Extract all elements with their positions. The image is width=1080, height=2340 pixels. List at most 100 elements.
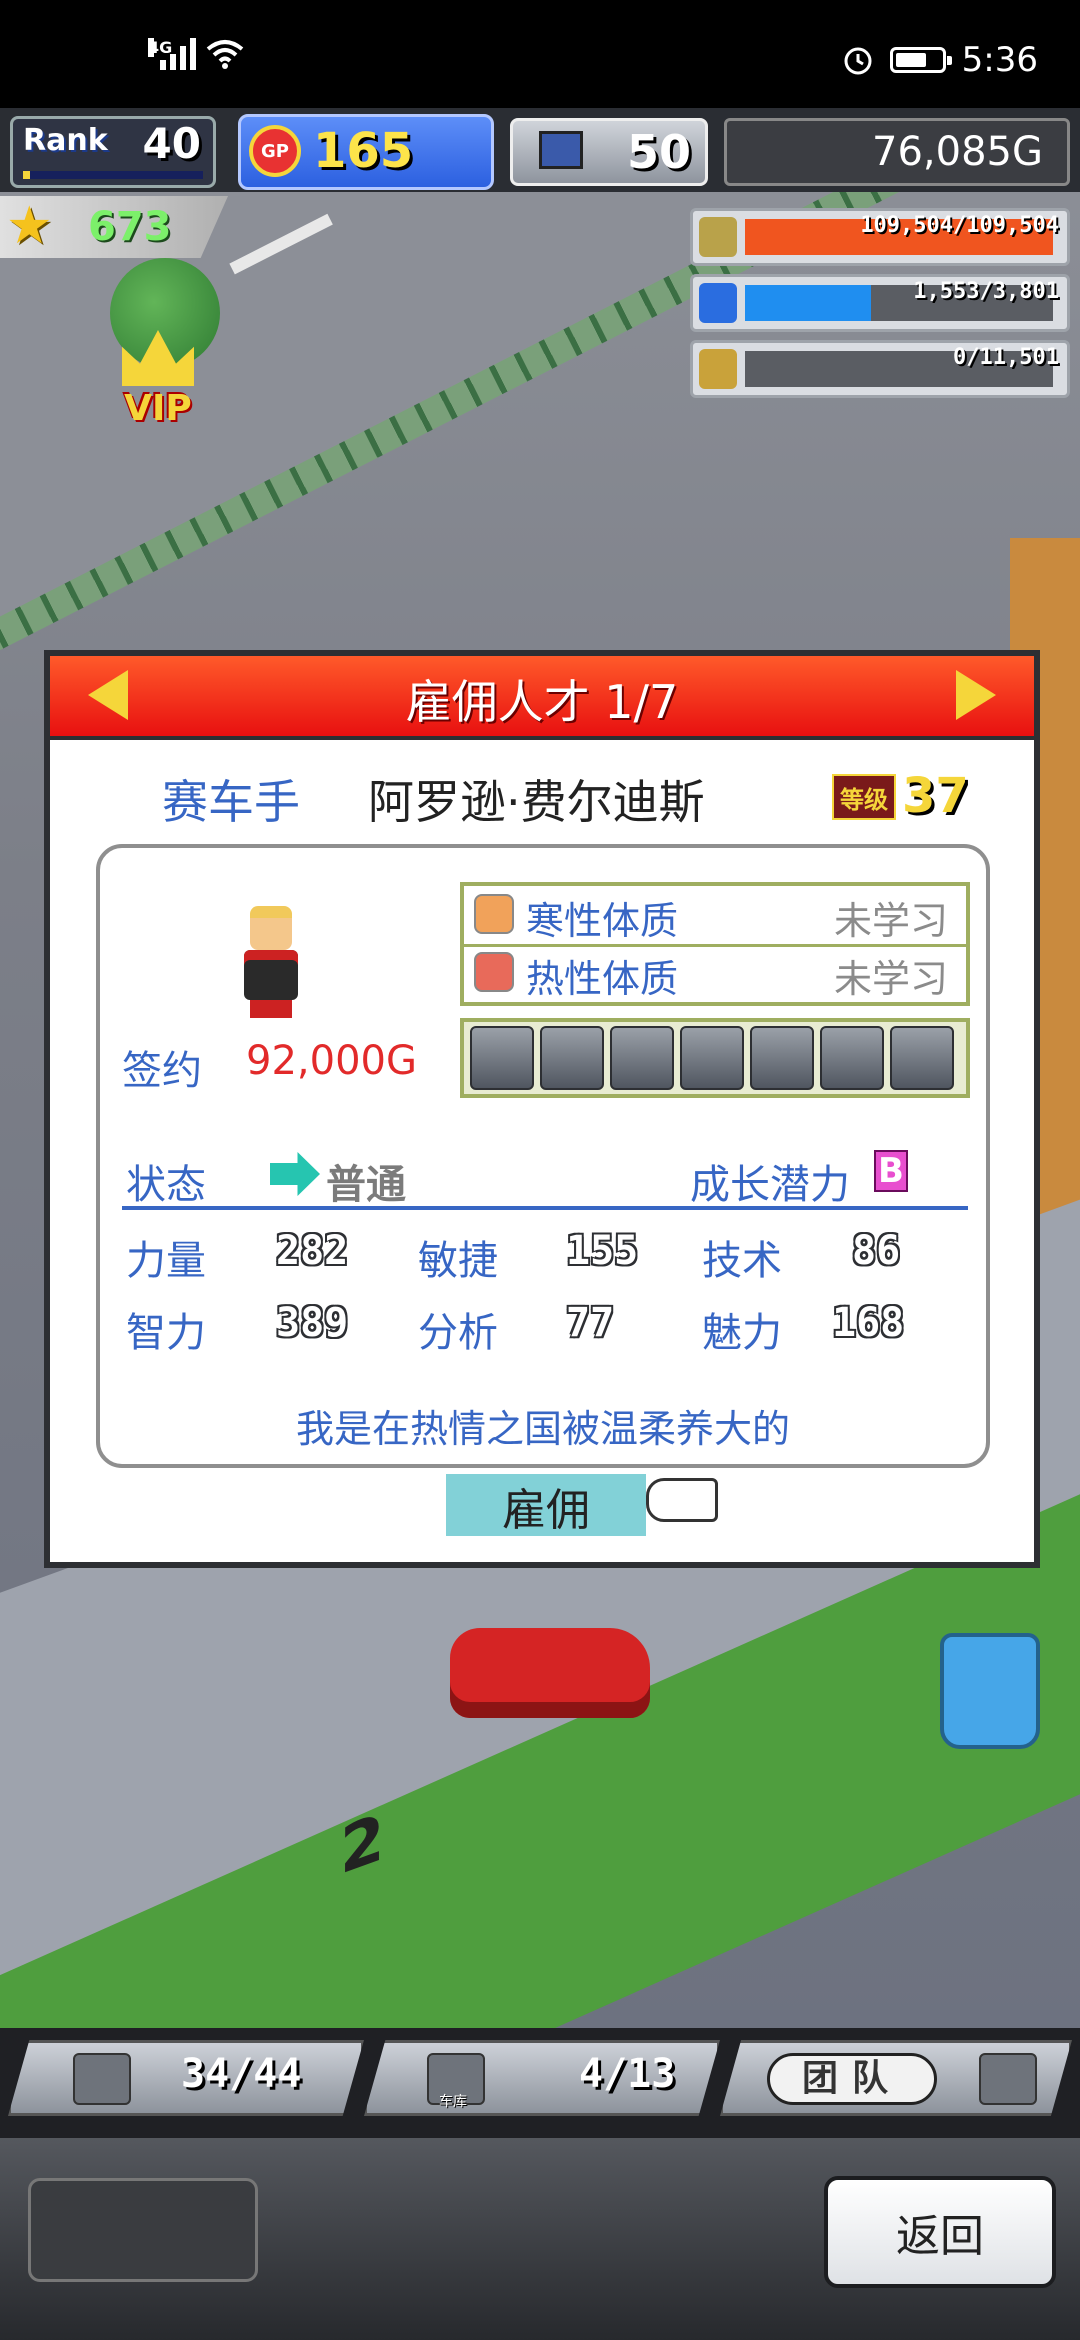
feather-text: 0/11,501 <box>953 345 1059 370</box>
skill-slot[interactable] <box>750 1026 814 1090</box>
slots-tab[interactable]: 34/44 <box>8 2040 364 2116</box>
stat-label: 敏捷 <box>418 1238 498 1284</box>
stat-agility: 敏捷 155 <box>418 1228 638 1286</box>
vip-badge[interactable]: VIP <box>94 330 222 440</box>
detail-panel: 签约 92,000G 寒性体质 未学习 热性体质 未学习 状态 普通 成长潜力 … <box>96 844 990 1468</box>
empty-slot <box>28 2178 258 2282</box>
gp-value: 165 <box>313 123 414 179</box>
bottom-panel: 返回 <box>0 2138 1080 2340</box>
gp-icon: GP <box>249 125 301 177</box>
arrow-right-icon <box>270 1152 320 1196</box>
back-button[interactable]: 返回 <box>824 2176 1056 2288</box>
stat-value: 282 <box>276 1228 349 1274</box>
rank-value: 40 <box>142 119 201 168</box>
team-tab[interactable]: 团队 <box>720 2040 1072 2116</box>
bottom-tab-strip: 34/44 车库 4/13 团队 <box>8 2040 1072 2118</box>
star-icon: ★ <box>6 196 53 256</box>
garage-value: 4/13 <box>579 2051 676 2097</box>
water-bar[interactable]: 1,553/3,801 <box>690 274 1070 332</box>
skill-slots <box>460 1018 970 1098</box>
water-text: 1,553/3,801 <box>913 279 1059 304</box>
trait-row[interactable]: 寒性体质 未学习 <box>464 886 966 947</box>
pointing-hand-icon <box>646 1478 718 1522</box>
hire-dialog: 雇佣人才 1/7 赛车手 阿罗逊·费尔迪斯 等级 37 签约 92,000G 寒… <box>44 650 1040 1568</box>
crown-icon <box>122 330 194 386</box>
stat-value: 168 <box>832 1300 905 1346</box>
skill-slot[interactable] <box>540 1026 604 1090</box>
gp-box[interactable]: GP 165 <box>238 114 494 190</box>
status-bar: 4G 5:36 <box>0 0 1080 108</box>
stat-value: 155 <box>566 1228 639 1274</box>
person-name: 阿罗逊·费尔迪斯 <box>368 775 705 829</box>
hot-trait-icon <box>474 952 514 992</box>
dialog-header: 雇佣人才 1/7 <box>50 656 1034 740</box>
trait-name: 热性体质 <box>526 957 679 1001</box>
trait-row[interactable]: 热性体质 未学习 <box>464 944 966 1002</box>
stat-value: 86 <box>852 1228 901 1274</box>
stat-label: 智力 <box>126 1310 206 1356</box>
rank-label: Rank <box>23 123 108 158</box>
stat-intelligence: 智力 389 <box>126 1300 348 1358</box>
fuel-bar[interactable]: 109,504/109,504 <box>690 208 1070 266</box>
rank-box[interactable]: Rank 40 <box>10 116 216 188</box>
dialog-title: 雇佣人才 1/7 <box>405 675 679 729</box>
skill-slot[interactable] <box>820 1026 884 1090</box>
trash-bin[interactable] <box>940 1633 1040 1749</box>
sign-label: 签约 <box>122 1048 202 1094</box>
battery-icon <box>889 47 952 73</box>
water-icon <box>699 283 737 323</box>
pc-box[interactable]: 50 <box>510 118 708 186</box>
trait-list: 寒性体质 未学习 热性体质 未学习 <box>460 882 970 1006</box>
stat-charm: 魅力 168 <box>702 1300 904 1358</box>
rank-progress-bar <box>23 171 203 179</box>
level-tag: 等级 <box>832 774 896 820</box>
status-label: 状态 <box>126 1162 206 1208</box>
growth-grade: B <box>874 1150 908 1192</box>
skill-slot[interactable] <box>470 1026 534 1090</box>
stat-technique: 技术 86 <box>702 1228 900 1286</box>
top-hud: Rank 40 GP 165 50 76,085G <box>0 108 1080 192</box>
status-left: 4G <box>148 38 244 70</box>
signal-icon: 4G <box>148 38 196 70</box>
crate-icon <box>73 2053 131 2105</box>
skill-slot[interactable] <box>610 1026 674 1090</box>
stat-value: 389 <box>276 1300 349 1346</box>
clock: 5:36 <box>961 40 1038 80</box>
role-label: 赛车手 <box>162 775 300 829</box>
star-value: 673 <box>88 204 172 250</box>
feather-bar[interactable]: 0/11,501 <box>690 340 1070 398</box>
driver-avatar <box>240 906 302 1018</box>
stat-label: 技术 <box>702 1238 782 1284</box>
skill-slot[interactable] <box>680 1026 744 1090</box>
stat-label: 分析 <box>418 1310 498 1356</box>
feather-icon <box>699 349 737 389</box>
wifi-icon <box>206 40 244 69</box>
status-value: 普通 <box>326 1162 406 1208</box>
team-member-icon <box>979 2053 1037 2105</box>
vip-label: VIP <box>124 388 192 429</box>
status-row: 状态 普通 成长潜力 B <box>122 1146 968 1210</box>
skill-slot[interactable] <box>890 1026 954 1090</box>
slots-value: 34/44 <box>181 2051 302 2097</box>
money-box: 76,085G <box>724 118 1070 186</box>
hire-button[interactable]: 雇佣 <box>446 1474 646 1536</box>
stat-label: 魅力 <box>702 1310 782 1356</box>
cold-trait-icon <box>474 894 514 934</box>
stat-strength: 力量 282 <box>126 1228 348 1286</box>
money-value: 76,085G <box>872 129 1043 175</box>
star-box[interactable]: ★ 673 <box>0 196 228 258</box>
bio-quote: 我是在热情之国被温柔养大的 <box>295 1407 790 1451</box>
team-label: 团队 <box>767 2053 937 2105</box>
sign-value: 92,000G <box>246 1038 417 1084</box>
name-row: 赛车手 阿罗逊·费尔迪斯 等级 37 <box>50 754 1034 834</box>
bottom-hud: 34/44 车库 4/13 团队 返回 <box>0 2028 1080 2340</box>
trait-name: 寒性体质 <box>526 899 679 943</box>
level-value: 37 <box>902 768 969 824</box>
garage-tab[interactable]: 车库 4/13 <box>364 2040 720 2116</box>
alarm-icon <box>844 47 872 75</box>
race-car[interactable] <box>450 1628 650 1718</box>
status-right: 5:36 <box>842 40 1038 80</box>
computer-icon <box>539 131 583 169</box>
garage-label: 车库 <box>439 2094 467 2110</box>
stat-label: 力量 <box>126 1238 206 1284</box>
